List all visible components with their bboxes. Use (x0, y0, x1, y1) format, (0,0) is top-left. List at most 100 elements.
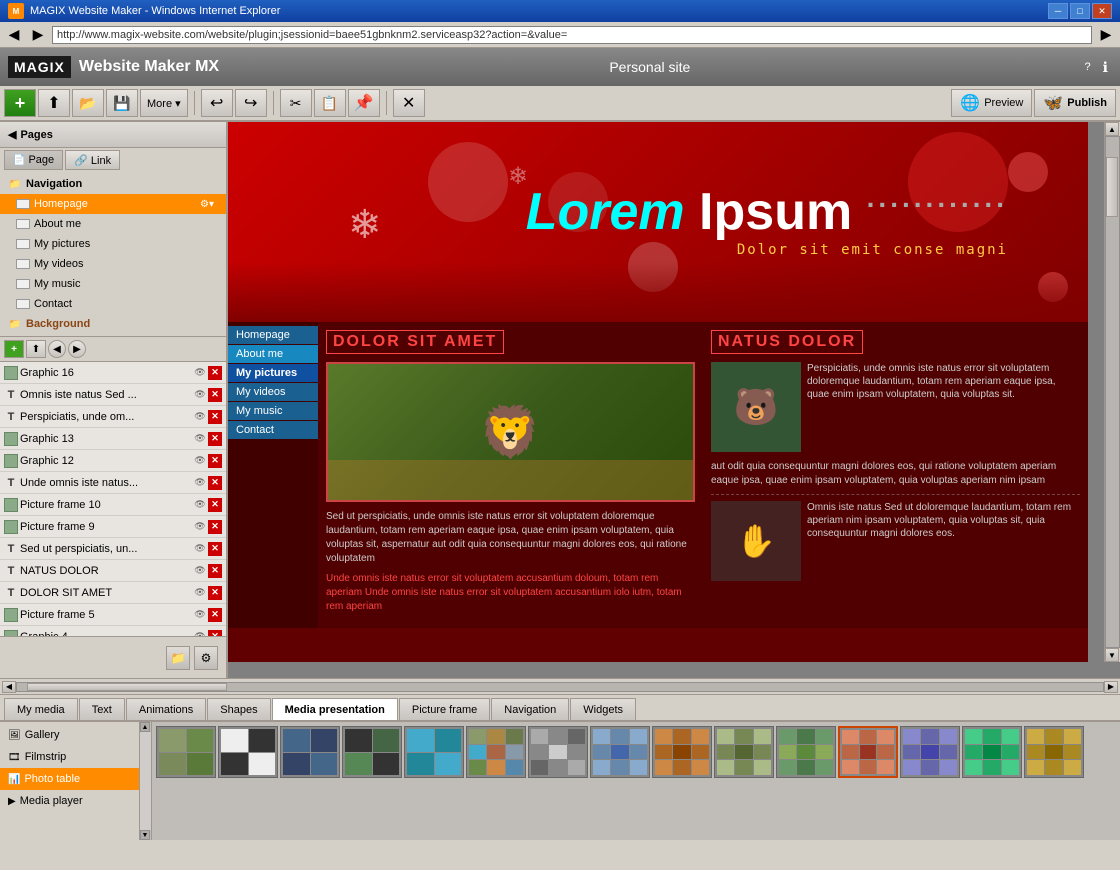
media-thumb-6[interactable] (466, 726, 526, 778)
tab-my-media[interactable]: My media (4, 698, 78, 720)
eye-icon[interactable]: 👁 (193, 454, 207, 468)
settings-btn[interactable]: ⚙ (194, 646, 218, 670)
delete-icon[interactable]: ✕ (208, 498, 222, 512)
media-thumb-12[interactable] (838, 726, 898, 778)
layer-item[interactable]: T Sed ut perspiciatis, un... 👁 ✕ (0, 538, 226, 560)
media-thumb-13[interactable] (900, 726, 960, 778)
close-button[interactable]: ✕ (1092, 3, 1112, 19)
eye-icon[interactable]: 👁 (193, 586, 207, 600)
nav-item-music[interactable]: My music (0, 274, 226, 294)
tab-picture-frame[interactable]: Picture frame (399, 698, 490, 720)
media-thumb-5[interactable] (404, 726, 464, 778)
media-thumb-14[interactable] (962, 726, 1022, 778)
tab-widgets[interactable]: Widgets (570, 698, 636, 720)
eye-icon[interactable]: 👁 (193, 498, 207, 512)
add-layer-btn[interactable]: + (4, 340, 24, 358)
h-scroll-track[interactable] (16, 682, 1104, 692)
redo-button[interactable]: ↪ (235, 89, 267, 117)
media-thumb-10[interactable] (714, 726, 774, 778)
tab-media-presentation[interactable]: Media presentation (272, 698, 398, 720)
delete-icon[interactable]: ✕ (208, 432, 222, 446)
nav-menu-contact[interactable]: Contact (228, 421, 318, 439)
delete-icon[interactable]: ✕ (208, 366, 222, 380)
go-icon[interactable]: ▶ (1096, 25, 1116, 45)
tab-navigation[interactable]: Navigation (491, 698, 569, 720)
eye-icon[interactable]: 👁 (193, 476, 207, 490)
delete-icon[interactable]: ✕ (208, 608, 222, 622)
eye-icon[interactable]: 👁 (193, 608, 207, 622)
media-item-photo-table[interactable]: 📊 Photo table (0, 768, 139, 790)
nav-menu-pictures[interactable]: My pictures (228, 364, 318, 382)
preview-button[interactable]: 🌐 Preview (951, 89, 1032, 117)
publish-button[interactable]: 🦋 Publish (1034, 89, 1116, 117)
nav-menu-about[interactable]: About me (228, 345, 318, 363)
media-thumb-7[interactable] (528, 726, 588, 778)
forward-icon[interactable]: ▶ (28, 25, 48, 45)
horizontal-scrollbar[interactable]: ◀ ▶ (0, 678, 1120, 694)
h-scroll-thumb[interactable] (27, 683, 227, 691)
move-up-btn[interactable]: ⬆ (26, 340, 46, 358)
media-thumb-4[interactable] (342, 726, 402, 778)
scroll-up-btn[interactable]: ▲ (1105, 122, 1119, 136)
delete-icon[interactable]: ✕ (208, 564, 222, 578)
eye-icon[interactable]: 👁 (193, 520, 207, 534)
media-thumb-2[interactable] (218, 726, 278, 778)
scroll-down-btn[interactable]: ▼ (1105, 648, 1119, 662)
copy-button[interactable]: 📋 (314, 89, 346, 117)
media-thumb-11[interactable] (776, 726, 836, 778)
eye-icon[interactable]: 👁 (193, 410, 207, 424)
collapse-arrow[interactable]: ◀ (8, 128, 16, 141)
minimize-button[interactable]: ─ (1048, 3, 1068, 19)
media-thumb-15[interactable] (1024, 726, 1084, 778)
delete-button[interactable]: ✕ (393, 89, 425, 117)
nav-item-pictures[interactable]: My pictures (0, 234, 226, 254)
undo-button[interactable]: ↩ (201, 89, 233, 117)
help-button[interactable]: ? (1081, 59, 1095, 75)
upload-button[interactable]: ⬆ (38, 89, 70, 117)
nav-item-contact[interactable]: Contact (0, 294, 226, 314)
layer-item[interactable]: Graphic 13 👁 ✕ (0, 428, 226, 450)
layer-item[interactable]: Graphic 12 👁 ✕ (0, 450, 226, 472)
tab-animations[interactable]: Animations (126, 698, 206, 720)
tab-text[interactable]: Text (79, 698, 125, 720)
maximize-button[interactable]: □ (1070, 3, 1090, 19)
layer-item[interactable]: T Perspiciatis, unde om... 👁 ✕ (0, 406, 226, 428)
nav-menu-videos[interactable]: My videos (228, 383, 318, 401)
layer-item[interactable]: Picture frame 9 👁 ✕ (0, 516, 226, 538)
media-thumb-1[interactable] (156, 726, 216, 778)
canvas-scroll[interactable]: ❄ ❄ Lorem Ipsum ............ Dolor sit e… (228, 122, 1120, 678)
canvas-area[interactable]: ❄ ❄ Lorem Ipsum ............ Dolor sit e… (228, 122, 1120, 678)
layer-item[interactable]: T Unde omnis iste natus... 👁 ✕ (0, 472, 226, 494)
nav-item-about[interactable]: About me (0, 214, 226, 234)
media-thumb-3[interactable] (280, 726, 340, 778)
media-item-gallery[interactable]: 🖼 Gallery (0, 724, 139, 746)
tab-link[interactable]: 🔗 Link (65, 150, 120, 170)
cut-button[interactable]: ✂ (280, 89, 312, 117)
delete-icon[interactable]: ✕ (208, 476, 222, 490)
delete-icon[interactable]: ✕ (208, 586, 222, 600)
media-item-media-player[interactable]: ▶ Media player (0, 790, 139, 812)
address-input[interactable] (52, 26, 1092, 44)
delete-icon[interactable]: ✕ (208, 410, 222, 424)
delete-icon[interactable]: ✕ (208, 454, 222, 468)
media-thumb-8[interactable] (590, 726, 650, 778)
prev-btn[interactable]: ◀ (48, 340, 66, 358)
vertical-scrollbar[interactable]: ▲ ▼ (1104, 122, 1120, 662)
media-item-filmstrip[interactable]: 🎞 Filmstrip (0, 746, 139, 768)
eye-icon[interactable]: 👁 (193, 388, 207, 402)
layer-item[interactable]: Graphic 4 👁 ✕ (0, 626, 226, 636)
list-scroll-down[interactable]: ▼ (140, 830, 150, 840)
next-btn[interactable]: ▶ (68, 340, 86, 358)
more-button[interactable]: More ▾ (140, 89, 188, 117)
delete-icon[interactable]: ✕ (208, 542, 222, 556)
nav-menu-music[interactable]: My music (228, 402, 318, 420)
scroll-left-btn[interactable]: ◀ (2, 681, 16, 693)
list-scrollbar[interactable]: ▲ ▼ (140, 722, 152, 840)
layer-item[interactable]: T DOLOR SIT AMET 👁 ✕ (0, 582, 226, 604)
save-button[interactable]: 💾 (106, 89, 138, 117)
delete-icon[interactable]: ✕ (208, 388, 222, 402)
layer-item[interactable]: T NATUS DOLOR 👁 ✕ (0, 560, 226, 582)
folder-btn[interactable]: 📁 (166, 646, 190, 670)
eye-icon[interactable]: 👁 (193, 542, 207, 556)
settings-icon[interactable]: ⚙▾ (196, 198, 218, 211)
